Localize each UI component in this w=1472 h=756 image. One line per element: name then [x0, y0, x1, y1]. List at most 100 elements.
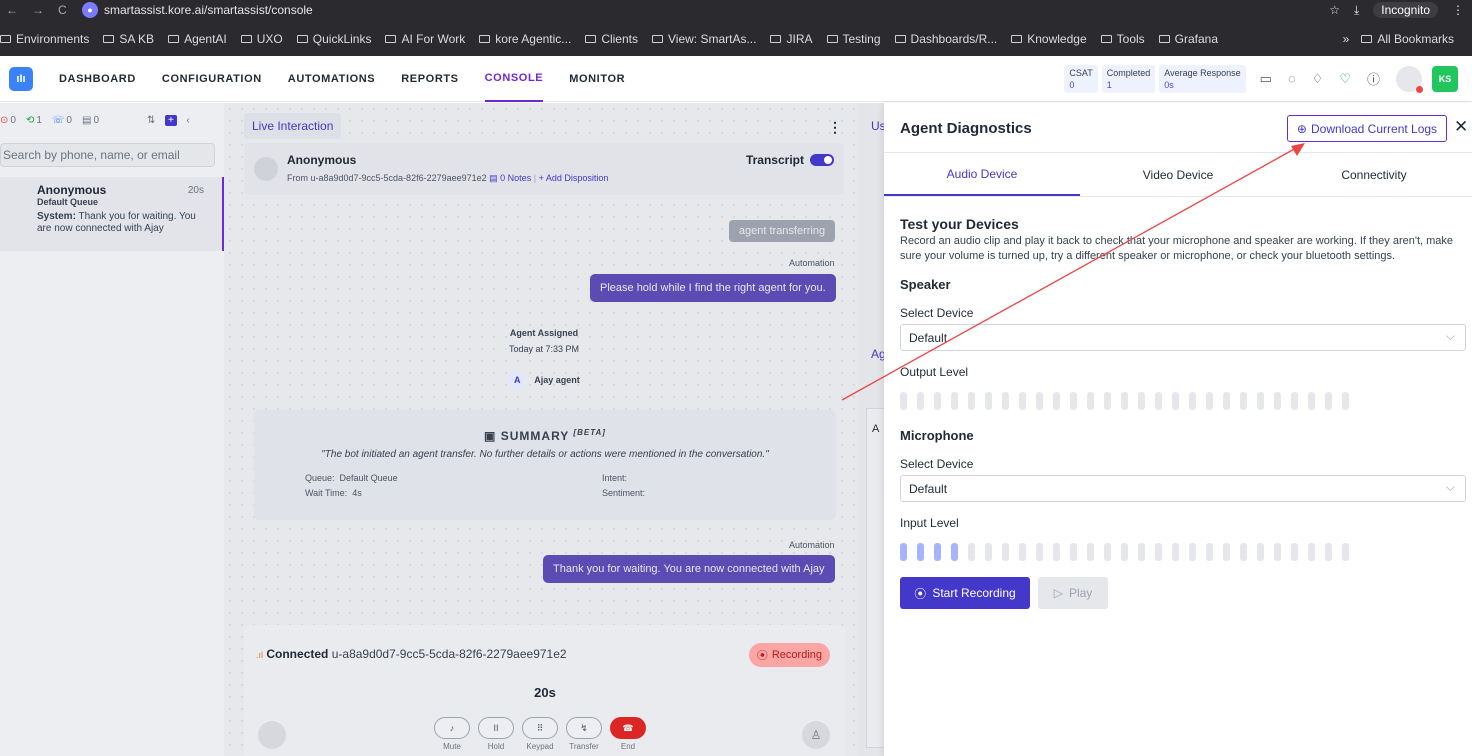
- folder-icon: [585, 35, 597, 43]
- folder-icon: [296, 35, 308, 43]
- address-bar[interactable]: smartassist.kore.ai/smartassist/console: [104, 3, 313, 17]
- search-input[interactable]: Search by phone, name, or email: [0, 143, 215, 167]
- nav-monitor[interactable]: MONITOR: [569, 56, 625, 102]
- play-button[interactable]: ▷ Play: [1038, 577, 1108, 609]
- star-icon[interactable]: ☆: [1329, 3, 1340, 17]
- mic-select-label: Select Device: [900, 457, 974, 471]
- bookmark-item[interactable]: Knowledge: [1011, 32, 1087, 46]
- speaker-select[interactable]: Default ⌵: [900, 324, 1466, 351]
- hold-button[interactable]: II Hold: [478, 717, 514, 751]
- output-level-bar: [1308, 392, 1315, 410]
- speaker-select-label: Select Device: [900, 306, 974, 320]
- more-bookmarks-icon[interactable]: »: [1343, 32, 1350, 46]
- heart-icon[interactable]: ♡: [1339, 71, 1351, 87]
- user-initials-badge[interactable]: KS: [1432, 65, 1458, 92]
- system-bubble: agent transferring: [729, 220, 835, 242]
- all-bookmarks[interactable]: All Bookmarks: [1361, 32, 1454, 46]
- input-level-label: Input Level: [900, 516, 959, 530]
- download-logs-button[interactable]: ⊕ Download Current Logs: [1287, 115, 1447, 142]
- right-panel-behind: Us Ag A: [858, 103, 886, 756]
- bell-icon[interactable]: ♢: [1312, 71, 1324, 87]
- tab-connectivity[interactable]: Connectivity: [1276, 153, 1472, 196]
- bookmark-item[interactable]: View: SmartAs...: [652, 32, 756, 46]
- add-disposition-link[interactable]: + Add Disposition: [539, 173, 609, 183]
- bookmark-item[interactable]: JIRA: [770, 32, 813, 46]
- close-icon[interactable]: ✕: [1454, 117, 1468, 137]
- smartassist-logo-icon[interactable]: ıIı: [9, 66, 33, 91]
- bookmark-item[interactable]: Dashboards/R...: [894, 32, 997, 46]
- bookmark-item[interactable]: Tools: [1100, 32, 1145, 46]
- add-icon[interactable]: +: [164, 114, 177, 126]
- chat-icon[interactable]: ◌: [1288, 71, 1296, 86]
- back-icon[interactable]: ←: [6, 3, 18, 17]
- status-counter[interactable]: ⟲ 1: [26, 115, 42, 126]
- forward-icon[interactable]: →: [32, 3, 44, 17]
- help-icon[interactable]: ⓘ: [1367, 69, 1380, 88]
- bookmark-item[interactable]: Testing: [826, 32, 881, 46]
- input-level-meter: [900, 543, 1456, 561]
- status-counter[interactable]: ▤ 0: [82, 115, 99, 126]
- bookmark-item[interactable]: UXO: [240, 32, 283, 46]
- keypad-button[interactable]: ⠿ Keypad: [522, 717, 558, 751]
- input-level-bar: [951, 543, 958, 561]
- download-icon[interactable]: ⤓: [1354, 3, 1359, 18]
- input-level-bar: [1087, 543, 1094, 561]
- automation-label: Automation: [789, 258, 835, 268]
- tab-live-interaction[interactable]: Live Interaction: [244, 113, 342, 139]
- browser-nav: ← → C: [0, 3, 82, 17]
- sort-icon[interactable]: ⇅: [147, 115, 155, 126]
- incognito-badge[interactable]: Incognito: [1373, 2, 1438, 18]
- bookmarks-bar: Environments SA KB AgentAI UXO QuickLinks AI …: [0, 28, 1472, 50]
- nav-reports[interactable]: REPORTS: [401, 56, 458, 102]
- recording-badge[interactable]: ⦿ Recording: [748, 643, 830, 667]
- reload-icon[interactable]: C: [58, 3, 67, 17]
- drawer-title: Agent Diagnostics: [900, 120, 1032, 137]
- status-dot: [1416, 85, 1423, 93]
- status-counter[interactable]: ☏ 0: [52, 115, 72, 126]
- speaker-title: Speaker: [900, 277, 951, 292]
- conversation-item[interactable]: Anonymous 20s Default Queue System: Than…: [0, 177, 224, 251]
- folder-icon: [894, 35, 906, 43]
- summary-wait: Wait Time: 4s: [305, 488, 362, 498]
- input-level-bar: [1121, 543, 1128, 561]
- signal-icon: .ıl: [256, 650, 264, 660]
- end-button[interactable]: ☎ End: [610, 717, 646, 751]
- mute-button[interactable]: ♪ Mute: [434, 717, 470, 751]
- transcript-toggle[interactable]: [810, 154, 834, 166]
- folder-icon: [652, 35, 663, 43]
- menu-kebab-icon[interactable]: ⋮: [1452, 3, 1464, 17]
- transfer-button[interactable]: ↯ Transfer: [566, 717, 602, 751]
- output-level-bar: [968, 392, 975, 410]
- bookmark-item[interactable]: Grafana: [1158, 32, 1218, 46]
- bookmark-item[interactable]: QuickLinks: [296, 32, 371, 46]
- call-controls: ♪ Mute II Hold ⠿ Keypad ↯ Transfer ☎ End: [434, 717, 646, 751]
- output-level-bar: [985, 392, 992, 410]
- record-icon: ⦿: [914, 586, 927, 601]
- nav-automations[interactable]: AUTOMATIONS: [288, 56, 375, 102]
- keypad-icon: ⠿: [522, 717, 558, 739]
- input-level-bar: [1274, 543, 1281, 561]
- start-recording-button[interactable]: ⦿ Start Recording: [900, 577, 1030, 609]
- bookmark-item[interactable]: AgentAI: [168, 32, 227, 46]
- folder-icon: [168, 35, 180, 43]
- status-counter[interactable]: ⊙ 0: [0, 115, 16, 126]
- monitor-icon[interactable]: ▭: [1260, 71, 1272, 87]
- more-options-icon[interactable]: ⋮: [828, 119, 842, 136]
- bookmark-item[interactable]: Environments: [0, 32, 89, 46]
- bookmark-item[interactable]: SA KB: [103, 32, 154, 46]
- collapse-icon[interactable]: ‹: [186, 115, 189, 126]
- output-level-bar: [934, 392, 941, 410]
- mic-select[interactable]: Default ⌵: [900, 475, 1466, 502]
- summary-sentiment: Sentiment:: [602, 488, 646, 498]
- notes-link[interactable]: ▤ 0 Notes: [489, 173, 531, 183]
- nav-console[interactable]: CONSOLE: [484, 56, 544, 102]
- bookmark-item[interactable]: Clients: [585, 32, 638, 46]
- tab-audio-device[interactable]: Audio Device: [884, 153, 1080, 196]
- bookmark-item[interactable]: kore Agentic...: [479, 32, 571, 46]
- nav-configuration[interactable]: CONFIGURATION: [162, 56, 262, 102]
- bookmark-item[interactable]: AI For Work: [385, 32, 465, 46]
- nav-dashboard[interactable]: DASHBOARD: [59, 56, 136, 102]
- record-icon: ⦿: [756, 650, 768, 662]
- user-avatar[interactable]: [1396, 65, 1423, 93]
- tab-video-device[interactable]: Video Device: [1080, 153, 1276, 196]
